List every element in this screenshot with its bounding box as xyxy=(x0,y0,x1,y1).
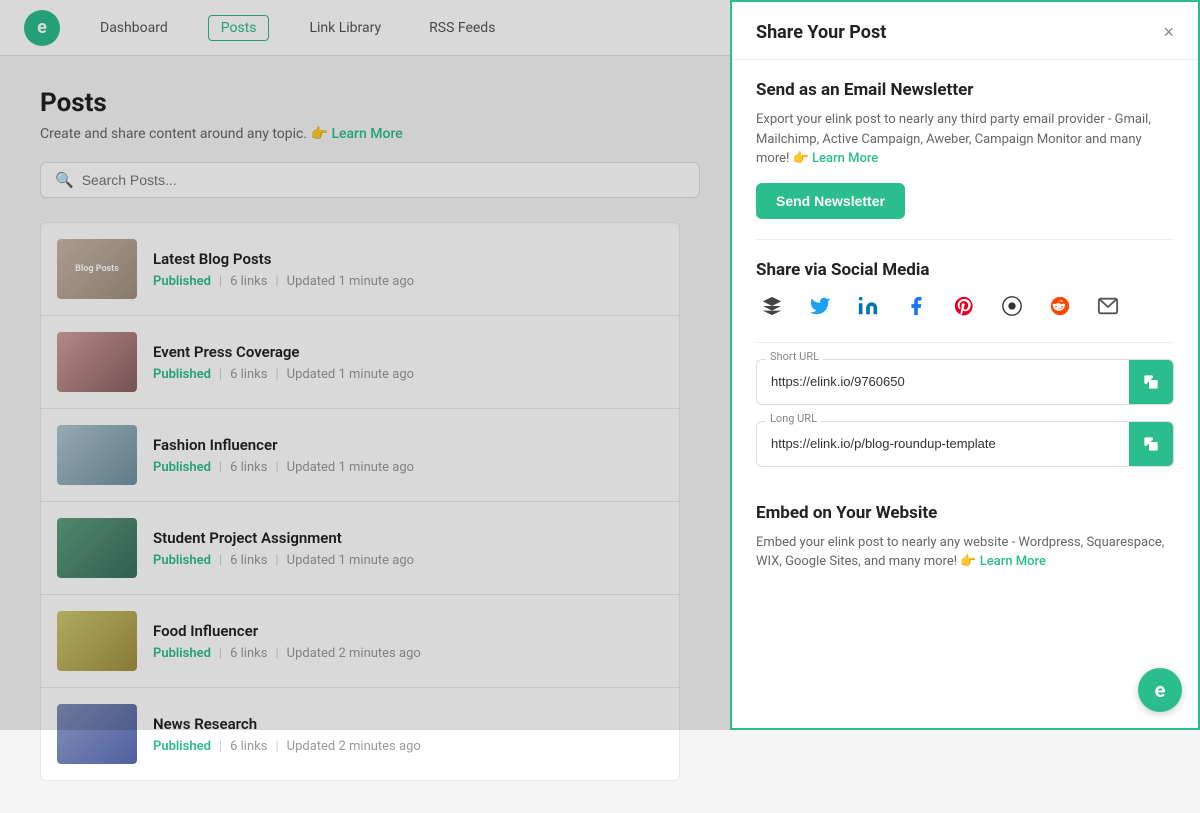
email-learn-more-link[interactable]: Learn More xyxy=(812,151,878,166)
long-url-input[interactable] xyxy=(757,424,1129,463)
short-url-label: Short URL xyxy=(766,350,823,363)
close-button[interactable]: × xyxy=(1163,22,1174,43)
social-section: Share via Social Media xyxy=(756,240,1174,343)
panel-header: Share Your Post × xyxy=(732,2,1198,60)
buffer-icon[interactable] xyxy=(756,290,788,322)
hootsuite-icon[interactable] xyxy=(996,290,1028,322)
email-section: Send as an Email Newsletter Export your … xyxy=(756,60,1174,240)
email-share-icon[interactable] xyxy=(1092,290,1124,322)
share-panel: Share Your Post × Send as an Email Newsl… xyxy=(730,0,1200,730)
bottom-logo: e xyxy=(1138,668,1182,712)
status-badge: Published xyxy=(153,739,211,754)
social-icons xyxy=(756,290,1174,322)
long-url-label: Long URL xyxy=(766,412,821,425)
email-section-title: Send as an Email Newsletter xyxy=(756,80,1174,100)
long-url-field: Long URL xyxy=(756,421,1174,467)
panel-title: Share Your Post xyxy=(756,22,886,43)
embed-section-title: Embed on Your Website xyxy=(756,503,1174,523)
email-section-desc: Export your elink post to nearly any thi… xyxy=(756,110,1174,169)
panel-overlay: Share Your Post × Send as an Email Newsl… xyxy=(0,0,1200,730)
pinterest-icon[interactable] xyxy=(948,290,980,322)
social-section-title: Share via Social Media xyxy=(756,260,1174,280)
copy-short-url-button[interactable] xyxy=(1129,360,1173,404)
reddit-icon[interactable] xyxy=(1044,290,1076,322)
post-links: 6 links xyxy=(230,739,267,754)
post-updated: Updated 2 minutes ago xyxy=(287,739,421,754)
send-newsletter-button[interactable]: Send Newsletter xyxy=(756,183,905,219)
post-meta: Published | 6 links | Updated 2 minutes … xyxy=(153,739,663,754)
copy-long-url-button[interactable] xyxy=(1129,422,1173,466)
panel-body: Send as an Email Newsletter Export your … xyxy=(732,60,1198,606)
short-url-field: Short URL xyxy=(756,359,1174,405)
embed-section-desc: Embed your elink post to nearly any webs… xyxy=(756,533,1174,572)
twitter-icon[interactable] xyxy=(804,290,836,322)
facebook-icon[interactable] xyxy=(900,290,932,322)
linkedin-icon[interactable] xyxy=(852,290,884,322)
embed-learn-more-link[interactable]: Learn More xyxy=(980,554,1046,569)
short-url-input[interactable] xyxy=(757,362,1129,401)
embed-section: Embed on Your Website Embed your elink p… xyxy=(756,483,1174,606)
